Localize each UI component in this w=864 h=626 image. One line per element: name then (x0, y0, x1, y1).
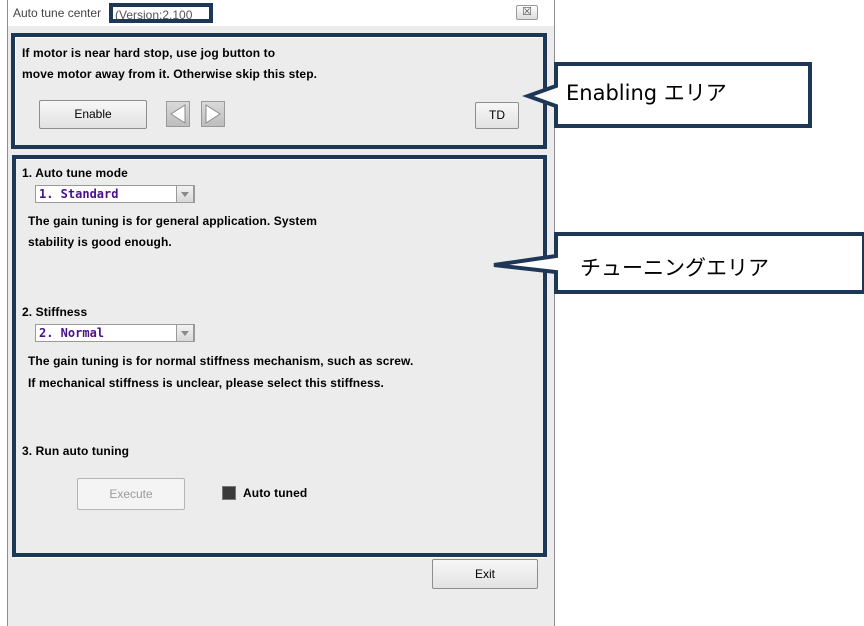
auto-tune-window: Auto tune center (Version:2.100 ☒ If mot… (7, 0, 555, 626)
stiffness-desc-line1: The gain tuning is for normal stiffness … (28, 354, 414, 368)
close-button[interactable]: ☒ (516, 5, 538, 20)
auto-tune-mode-select[interactable]: 1. Standard (35, 185, 195, 203)
stiffness-desc-line2: If mechanical stiffness is unclear, plea… (28, 376, 384, 390)
jog-right-button[interactable] (201, 101, 225, 127)
arrow-right-icon (205, 104, 221, 124)
auto-tuned-indicator (222, 486, 236, 500)
close-icon: ☒ (522, 6, 532, 18)
enabling-callout-text: Enabling エリア (566, 81, 727, 105)
stiffness-label: 2. Stiffness (22, 305, 88, 319)
stiffness-value: 2. Normal (39, 326, 105, 340)
enable-button[interactable]: Enable (39, 100, 147, 129)
execute-button[interactable]: Execute (77, 478, 185, 510)
chevron-down-icon[interactable] (176, 185, 194, 203)
exit-button-label: Exit (474, 567, 495, 581)
arrow-left-icon (170, 104, 186, 124)
chevron-down-icon[interactable] (176, 324, 194, 342)
enable-button-label: Enable (74, 107, 112, 121)
auto-tuned-label: Auto tuned (243, 486, 308, 500)
td-button-label: TD (489, 108, 505, 122)
execute-button-label: Execute (109, 487, 153, 501)
run-auto-tuning-label: 3. Run auto tuning (22, 444, 130, 458)
jog-left-button[interactable] (166, 101, 190, 127)
exit-button[interactable]: Exit (432, 559, 538, 589)
auto-tune-mode-value: 1. Standard (39, 187, 119, 201)
mode-desc-line1: The gain tuning is for general applicati… (28, 214, 318, 228)
tuning-callout-text: チューニングエリア (580, 256, 769, 280)
version-text: (Version:2.100 (115, 8, 193, 22)
auto-tune-mode-label: 1. Auto tune mode (22, 166, 128, 180)
mode-desc-line2: stability is good enough. (28, 235, 172, 249)
title-bar: Auto tune center (Version:2.100 ☒ (8, 0, 554, 26)
version-highlight-box: (Version:2.100 (109, 3, 213, 23)
window-title: Auto tune center (13, 6, 102, 20)
enable-instruction-line1: If motor is near hard stop, use jog butt… (22, 46, 276, 60)
enable-instruction-line2: move motor away from it. Otherwise skip … (22, 67, 318, 81)
stiffness-select[interactable]: 2. Normal (35, 324, 195, 342)
td-button[interactable]: TD (475, 102, 519, 129)
